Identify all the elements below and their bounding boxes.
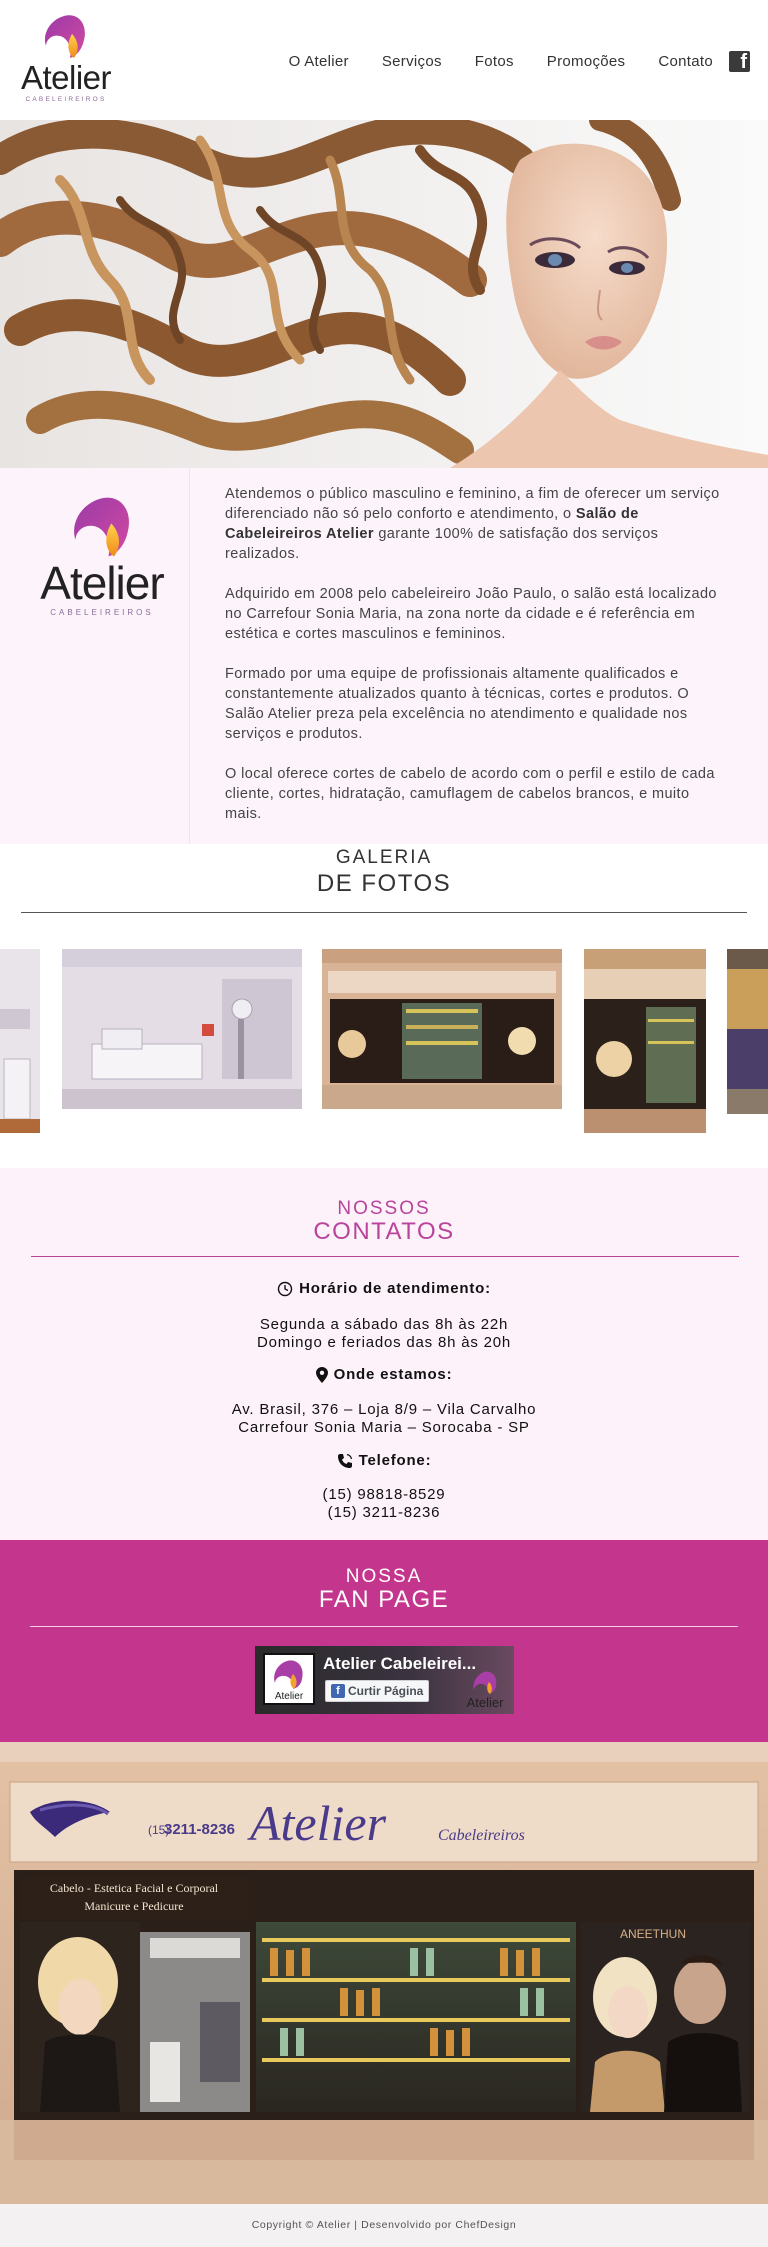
gallery-photo[interactable] [322,949,562,1109]
store-brand-sign: Atelier [247,1795,387,1851]
fanpage-title-line2: FAN PAGE [318,1586,450,1613]
hours-heading: Horário de atendimento: [0,1280,768,1298]
logo-wordmark: Atelier [20,59,112,96]
gallery-carousel[interactable] [0,945,768,1135]
contacts-title-line2: CONTATOS [313,1218,455,1245]
site-footer: Copyright © Atelier | Desenvolvido por C… [0,2204,768,2247]
phone-label: Telefone: [358,1452,432,1469]
hours-line-1: Segunda a sábado das 8h às 22h [259,1316,509,1333]
svg-text:Atelier: Atelier [467,1695,505,1710]
phone-icon [337,1453,352,1469]
hours-label: Horário de atendimento: [299,1280,491,1297]
about-paragraph-4: O local oferece cortes de cabelo de acor… [225,766,715,822]
cover-logo-icon: Atelier [467,1671,505,1710]
gallery-photo[interactable] [0,949,40,1133]
contacts-divider [31,1256,739,1257]
map-pin-icon [315,1367,328,1384]
site-header: Atelier CABELEIREIROS O Atelier Serviços… [0,0,768,120]
hours-line-2: Domingo e feriados das 8h às 20h [256,1334,512,1351]
hero-model-illustration [0,120,768,468]
about-logo-panel: Atelier CABELEIREIROS [0,468,190,844]
about-paragraph-1: Atendemos o público masculino e feminino… [225,486,720,562]
logo-subtitle: CABELEIREIROS [50,608,154,617]
location-label: Onde estamos: [333,1366,453,1383]
gallery-heading: GALERIA DE FOTOS [0,846,768,898]
fanpage-title-line1: NOSSA [345,1566,423,1587]
like-page-label: Curtir Página [348,1684,424,1698]
store-banner-line2: Manicure e Pedicure [84,1899,183,1913]
phone-heading: Telefone: [0,1452,768,1470]
page-avatar[interactable]: Atelier [263,1653,315,1705]
gallery-photo[interactable] [727,949,768,1114]
about-logo: Atelier CABELEIREIROS [40,496,165,626]
store-right-brand: ANEETHUN [620,1927,686,1941]
gallery-photo[interactable] [584,949,706,1133]
logo-mark-icon [44,15,85,59]
storefront-photo: (15) 3211-8236 Atelier Cabeleireiros Cab… [0,1742,768,2204]
site-logo[interactable]: Atelier CABELEIREIROS [20,14,112,106]
logo-subtitle: CABELEIREIROS [25,96,107,103]
footer-copyright: Copyright © Atelier | Desenvolvido por C… [251,2219,517,2231]
phone-number-1[interactable]: (15) 98818-8529 [0,1486,768,1504]
logo-mark-icon [74,497,129,557]
facebook-icon[interactable]: f [729,50,750,73]
facebook-page-widget[interactable]: Atelier Atelier Cabeleirei... f Curtir Pá… [255,1646,514,1714]
store-banner-line1: Cabelo - Estetica Facial e Corporal [50,1881,219,1895]
facebook-icon: f [331,1684,345,1698]
about-text: Atendemos o público masculino e feminino… [225,484,725,844]
location-heading: Onde estamos: [0,1366,768,1384]
contacts-title-line1: NOSSOS [337,1198,431,1219]
logo-mark-icon: Atelier [274,1660,304,1702]
logo-wordmark: Atelier [40,557,164,609]
fanpage-section: NOSSA FAN PAGE Atelier Atelier Cabeleire… [0,1540,768,1742]
like-page-button[interactable]: f Curtir Página [325,1680,429,1702]
nav-link-fotos[interactable]: Fotos [475,53,514,70]
address-line-1: Av. Brasil, 376 – Loja 8/9 – Vila Carval… [231,1401,537,1418]
page-name[interactable]: Atelier Cabeleirei... [323,1654,476,1674]
gallery-photo[interactable] [62,949,302,1109]
clock-icon [277,1281,293,1297]
about-paragraph-2: Adquirido em 2008 pelo cabeleireiro João… [225,586,717,642]
gallery-title-line1: GALERIA [335,847,433,868]
about-section: Atelier CABELEIREIROS Atendemos o públic… [0,468,768,844]
store-brand-sub: Cabeleireiros [438,1827,525,1844]
fanpage-divider [30,1626,738,1627]
hero-image [0,120,768,468]
gallery-divider [21,912,747,913]
svg-text:Atelier: Atelier [275,1691,304,1702]
nav-link-o-atelier[interactable]: O Atelier [289,53,349,70]
phone-number-2[interactable]: (15) 3211-8236 [0,1504,768,1522]
about-paragraph-3: Formado por uma equipe de profissionais … [225,666,690,742]
gallery-title-line2: DE FOTOS [316,870,452,897]
main-nav: O Atelier Serviços Fotos Promoções Conta… [256,48,750,74]
nav-link-contato[interactable]: Contato [658,53,713,70]
nav-link-servicos[interactable]: Serviços [382,53,442,70]
nav-link-promocoes[interactable]: Promoções [547,53,626,70]
contacts-section: NOSSOS CONTATOS Horário de atendimento: … [0,1168,768,1540]
address-line-2: Carrefour Sonia Maria – Sorocaba - SP [238,1419,530,1436]
store-phone-sign: 3211-8236 [164,1821,235,1838]
